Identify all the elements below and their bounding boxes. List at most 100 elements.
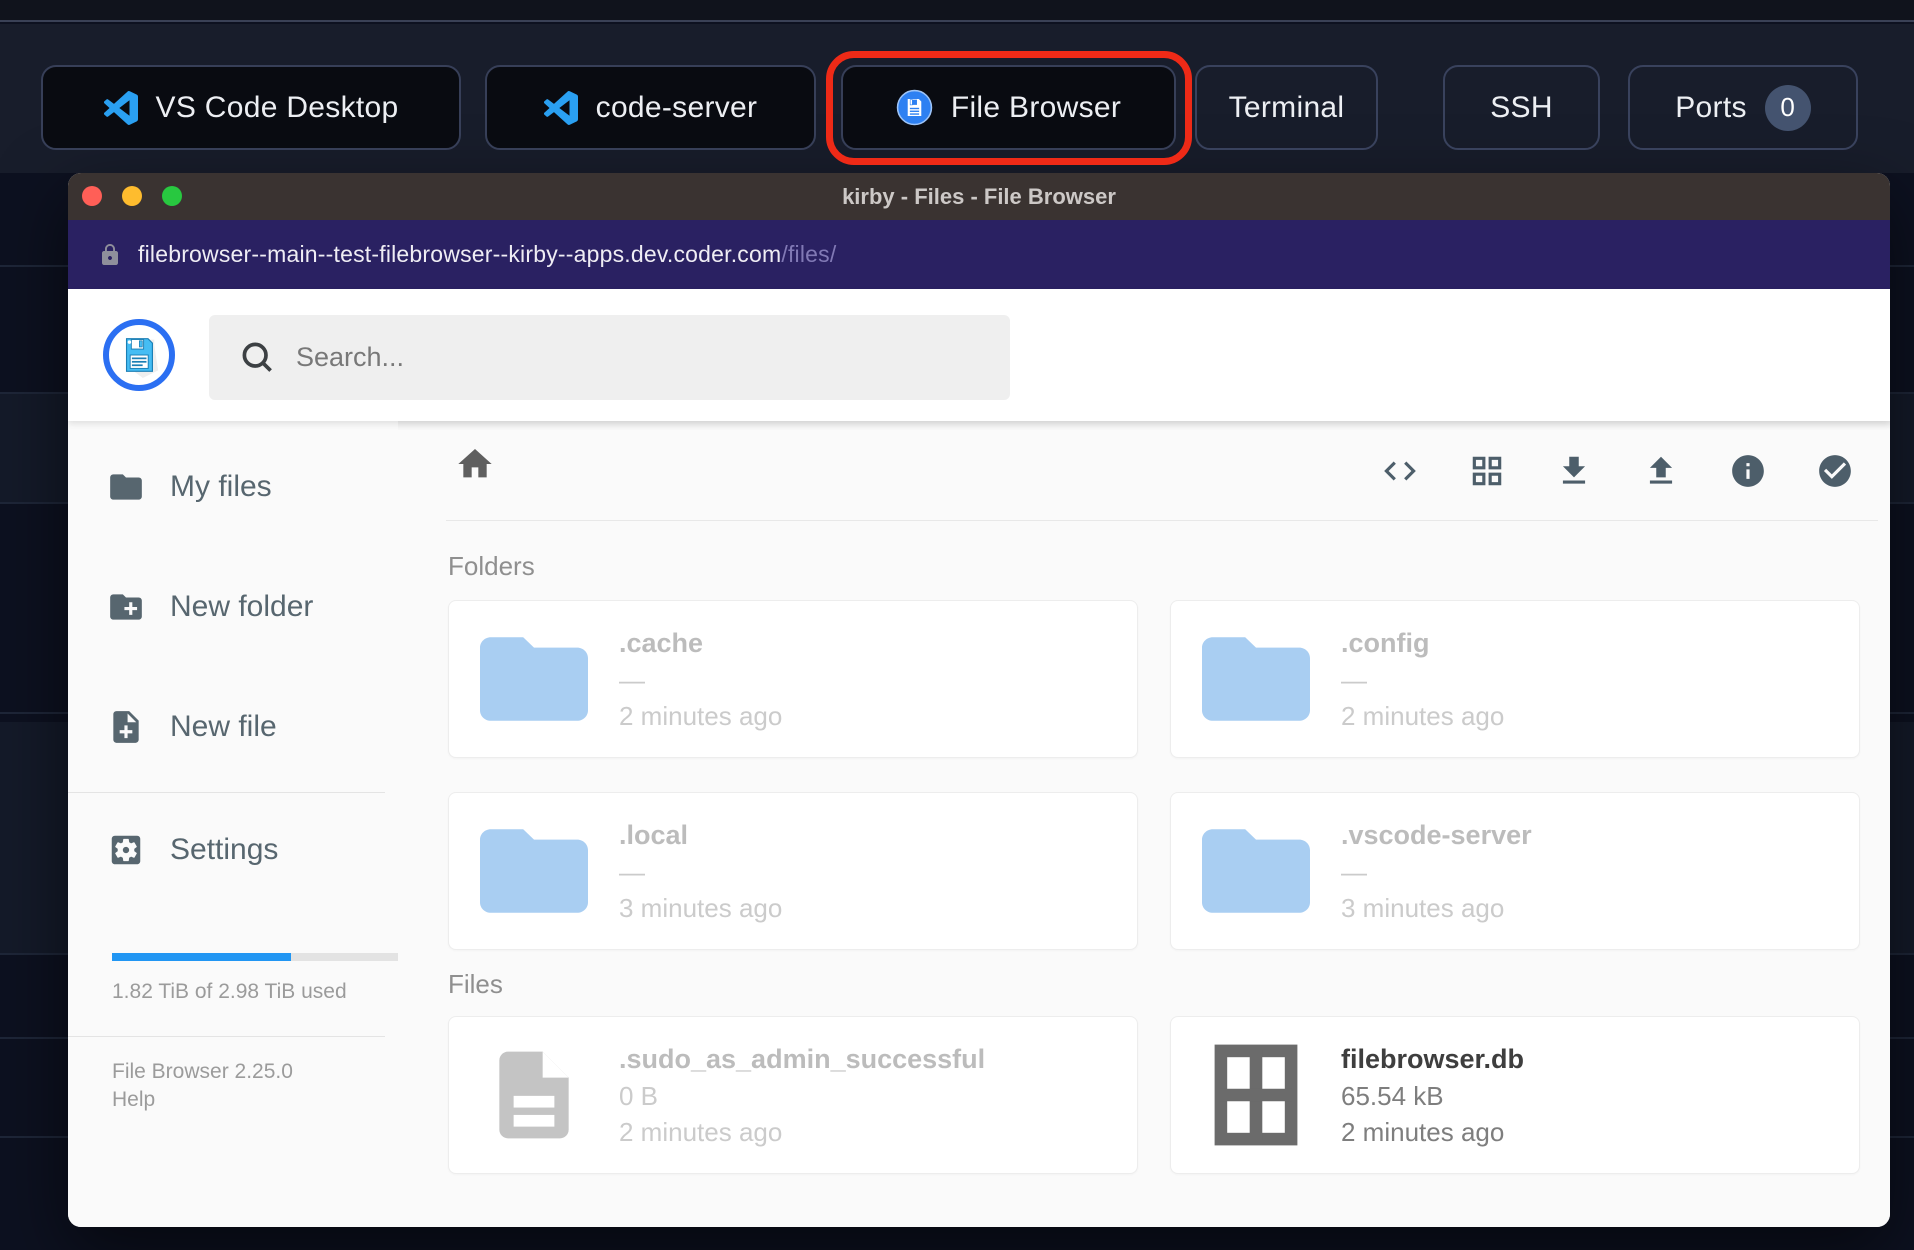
sidebar-item-new-file[interactable]: New file [107, 703, 277, 751]
app-version-label: File Browser 2.25.0 [112, 1060, 293, 1083]
file-meta: .config — 2 minutes ago [1341, 624, 1504, 734]
file-name: .local [619, 820, 689, 850]
file-card-sudo-as-admin[interactable]: .sudo_as_admin_successful 0 B 2 minutes … [448, 1016, 1138, 1174]
lock-icon [102, 243, 118, 265]
ports-count-badge: 0 [1764, 84, 1811, 131]
tab-label: Ports [1675, 90, 1747, 124]
folder-icon [1197, 632, 1315, 726]
folder-icon [110, 474, 142, 500]
file-name: .sudo_as_admin_successful [619, 1044, 986, 1074]
file-browser-window: kirby - Files - File Browser filebrowser… [68, 173, 1890, 1227]
tab-label: Terminal [1228, 90, 1345, 124]
folder-icon [1197, 824, 1315, 918]
url-text: filebrowser--main--test-filebrowser--kir… [138, 241, 836, 268]
filebrowser-icon [896, 89, 933, 126]
tab-label: SSH [1490, 90, 1553, 124]
sidebar-item-new-folder[interactable]: New folder [107, 583, 313, 631]
file-name: filebrowser.db [1341, 1044, 1525, 1074]
search-input[interactable] [296, 342, 896, 373]
window-title: kirby - Files - File Browser [842, 183, 1116, 209]
sidebar-divider [68, 792, 385, 793]
file-modified: 2 minutes ago [619, 701, 783, 731]
tab-label: File Browser [950, 90, 1122, 124]
file-modified: 3 minutes ago [619, 893, 783, 923]
file-meta: .cache — 2 minutes ago [619, 624, 782, 734]
download-icon[interactable] [1555, 452, 1593, 490]
folder-card-config[interactable]: .config — 2 minutes ago [1170, 600, 1860, 758]
storage-usage-fill [112, 953, 291, 961]
folder-icon [475, 824, 593, 918]
browser-url-bar[interactable]: filebrowser--main--test-filebrowser--kir… [68, 220, 1890, 289]
file-modified: 2 minutes ago [619, 1117, 783, 1147]
sidebar-item-label: New file [170, 710, 277, 743]
maximize-window-button[interactable] [162, 186, 182, 206]
file-name: .vscode-server [1341, 820, 1532, 850]
sidebar-item-my-files[interactable]: My files [107, 463, 272, 511]
file-size: — [619, 665, 645, 695]
tab-ports[interactable]: Ports 0 [1628, 65, 1858, 150]
tab-label: VS Code Desktop [155, 90, 399, 124]
info-icon[interactable] [1729, 452, 1767, 490]
tab-file-browser[interactable]: File Browser [841, 65, 1176, 150]
storage-usage-label: 1.82 TiB of 2.98 TiB used [112, 980, 347, 1003]
code-icon[interactable] [1381, 452, 1419, 490]
file-meta: .sudo_as_admin_successful 0 B 2 minutes … [619, 1040, 985, 1150]
file-size: — [1341, 857, 1367, 887]
folder-card-vscode-server[interactable]: .vscode-server — 3 minutes ago [1170, 792, 1860, 950]
search-bar[interactable] [209, 315, 1010, 400]
file-meta: .local — 3 minutes ago [619, 816, 782, 926]
file-card-filebrowser-db[interactable]: filebrowser.db 65.54 kB 2 minutes ago [1170, 1016, 1860, 1174]
file-size: 0 B [619, 1081, 659, 1111]
vscode-icon [103, 90, 138, 125]
upload-icon[interactable] [1642, 452, 1680, 490]
help-link[interactable]: Help [112, 1088, 155, 1112]
sidebar: My files New folder New file Settings 1.… [68, 421, 400, 1227]
filebrowser-header [68, 289, 1890, 487]
file-modified: 2 minutes ago [1341, 701, 1505, 731]
workspace-app-tabs: VS Code Desktop code-server File Browser… [0, 65, 1914, 150]
minimize-window-button[interactable] [122, 186, 142, 206]
filebrowser-logo[interactable] [103, 319, 175, 391]
desktop-top-strip [0, 0, 1914, 22]
grid-view-icon[interactable] [1468, 452, 1506, 490]
floppy-disk-icon [125, 338, 159, 378]
tab-code-server[interactable]: code-server [485, 65, 816, 150]
new-folder-icon [110, 594, 142, 620]
settings-icon [111, 835, 141, 865]
breadcrumb-home-icon[interactable] [455, 444, 495, 484]
sidebar-item-label: My files [170, 470, 272, 503]
tab-vscode-desktop[interactable]: VS Code Desktop [41, 65, 461, 150]
file-modified: 3 minutes ago [1341, 893, 1505, 923]
header-actions [1381, 405, 1854, 537]
file-size: — [1341, 665, 1367, 695]
file-icon [475, 1042, 593, 1148]
tab-label: code-server [595, 90, 758, 124]
section-heading-files: Files [448, 969, 503, 999]
file-meta: filebrowser.db 65.54 kB 2 minutes ago [1341, 1040, 1524, 1150]
storage-usage-bar [112, 953, 400, 961]
sidebar-item-settings[interactable]: Settings [107, 826, 278, 874]
tab-terminal[interactable]: Terminal [1195, 65, 1378, 150]
file-modified: 2 minutes ago [1341, 1117, 1505, 1147]
section-heading-folders: Folders [448, 551, 535, 581]
check-circle-icon[interactable] [1816, 452, 1854, 490]
folder-card-local[interactable]: .local — 3 minutes ago [448, 792, 1138, 950]
database-grid-icon [1197, 1041, 1315, 1149]
tab-ssh[interactable]: SSH [1443, 65, 1600, 150]
folder-icon [475, 632, 593, 726]
file-name: .config [1341, 628, 1430, 658]
new-file-icon [113, 711, 139, 743]
url-domain: filebrowser--main--test-filebrowser--kir… [138, 241, 782, 267]
search-icon [242, 342, 272, 372]
close-window-button[interactable] [82, 186, 102, 206]
file-meta: .vscode-server — 3 minutes ago [1341, 816, 1532, 926]
file-size: 65.54 kB [1341, 1081, 1444, 1111]
url-path: /files/ [781, 241, 837, 267]
window-titlebar[interactable]: kirby - Files - File Browser [68, 173, 1890, 220]
file-name: .cache [619, 628, 704, 658]
folder-card-cache[interactable]: .cache — 2 minutes ago [448, 600, 1138, 758]
sidebar-item-label: New folder [170, 590, 314, 623]
sidebar-item-label: Settings [170, 833, 279, 866]
file-size: — [619, 857, 645, 887]
vscode-icon [543, 90, 578, 125]
